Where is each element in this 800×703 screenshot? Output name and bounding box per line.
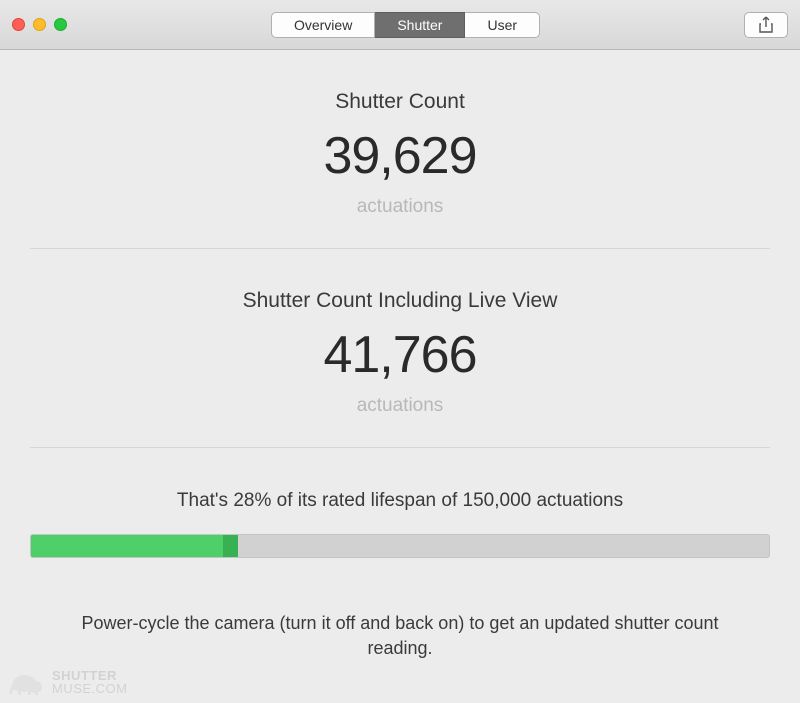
maximize-button[interactable] [54,18,67,31]
lifespan-section: That's 28% of its rated lifespan of 150,… [30,448,770,583]
tab-overview[interactable]: Overview [271,12,375,38]
tab-user[interactable]: User [465,12,540,38]
share-button[interactable] [744,12,788,38]
shutter-count-section: Shutter Count 39,629 actuations [30,50,770,248]
lifespan-text: That's 28% of its rated lifespan of 150,… [30,490,770,512]
minimize-button[interactable] [33,18,46,31]
shutter-count-unit: actuations [30,196,770,218]
elephant-icon [6,667,46,697]
tab-group: Overview Shutter User [271,12,540,38]
shutter-count-live-section: Shutter Count Including Live View 41,766… [30,249,770,447]
lifespan-progress-fill [31,535,223,557]
titlebar: Overview Shutter User [0,0,800,50]
footer-text: Power-cycle the camera (turn it off and … [30,583,770,661]
shutter-count-title: Shutter Count [30,90,770,114]
traffic-lights [12,18,67,31]
content: Shutter Count 39,629 actuations Shutter … [0,50,800,661]
shutter-count-live-unit: actuations [30,395,770,417]
shutter-count-value: 39,629 [30,126,770,186]
share-icon [758,16,774,34]
watermark: SHUTTER MUSE.COM [6,667,128,697]
shutter-count-live-title: Shutter Count Including Live View [30,289,770,313]
watermark-text: SHUTTER MUSE.COM [52,669,128,695]
shutter-count-live-value: 41,766 [30,325,770,385]
lifespan-progress-bar [30,534,770,558]
tab-shutter[interactable]: Shutter [375,12,465,38]
close-button[interactable] [12,18,25,31]
